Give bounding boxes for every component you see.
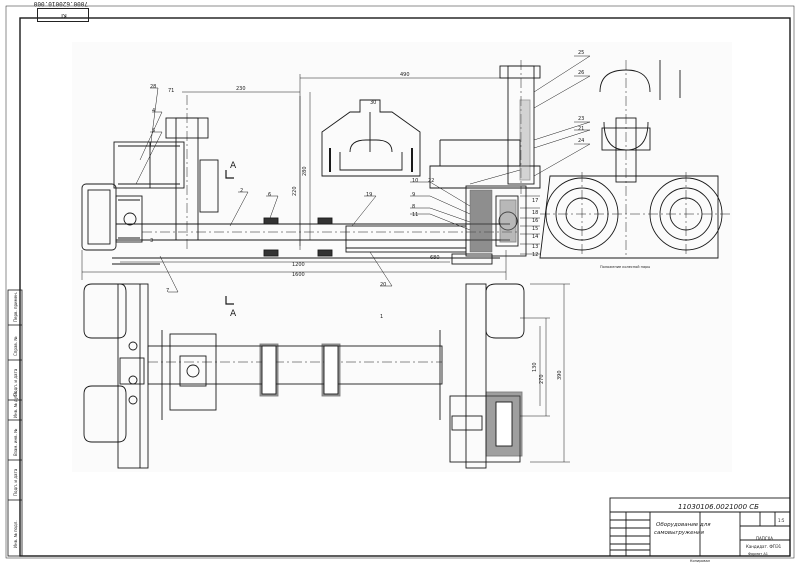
side-label-6: Инв. № подл. xyxy=(13,520,18,548)
front-elevation xyxy=(81,60,730,265)
dim-71: 71 xyxy=(168,88,174,94)
title-block-title-line1: Оборудование для xyxy=(656,522,711,528)
dim-490: 490 xyxy=(400,72,410,78)
dim-230: 230 xyxy=(236,86,246,92)
section-label-a-top: A xyxy=(230,161,237,171)
callout-7: 7 xyxy=(166,288,169,294)
dim-220: 220 xyxy=(292,186,298,196)
callout-14: 14 xyxy=(532,234,538,240)
callout-22: 22 xyxy=(428,178,434,184)
engineering-drawing: Перв. примен. Справ. № Подп. и дата Инв.… xyxy=(5,5,795,563)
callout-19: 19 xyxy=(366,192,372,198)
dim-130: 130 xyxy=(532,362,538,372)
callout-12: 12 xyxy=(532,252,538,258)
callout-10: 10 xyxy=(412,178,418,184)
callout-4: 4 xyxy=(152,108,155,114)
callout-11: 11 xyxy=(412,212,418,218)
side-label-0: Перв. примен. xyxy=(13,292,18,322)
sheet-frame xyxy=(5,5,795,559)
title-block-designation: 11030106.0021000 СБ xyxy=(678,503,759,511)
wheel-position-caption: Положение колесной пары xyxy=(600,265,650,269)
callout-2: 2 xyxy=(240,188,243,194)
callout-6: 6 xyxy=(268,192,271,198)
callout-16: 16 xyxy=(532,218,538,224)
callout-18: 18 xyxy=(532,210,538,216)
side-label-5: Подп. и дата xyxy=(13,468,18,496)
dim-1600: 1600 xyxy=(292,272,305,278)
title-block-org-line2: Кандидат. ФПЭ1 xyxy=(746,544,782,549)
drawing-sheet: Перв. примен. Справ. № Подп. и дата Инв.… xyxy=(0,0,800,564)
dimension-lines-top xyxy=(81,74,520,280)
callout-25: 25 xyxy=(578,50,584,56)
callout-20: 20 xyxy=(380,282,386,288)
callout-13: 13 xyxy=(532,244,538,250)
title-block-title-line2: самовыгружения xyxy=(654,530,705,536)
callout-23: 23 xyxy=(578,116,584,122)
callout-15: 15 xyxy=(532,226,538,232)
dim-680: 680 xyxy=(430,255,440,261)
title-block-copied: Копировал xyxy=(690,559,710,563)
title-block-org-line1: ПАПСХА xyxy=(756,536,773,541)
callout-21: 21 xyxy=(578,126,584,132)
side-label-4: Взам. инв. № xyxy=(13,429,18,456)
dim-390: 390 xyxy=(557,370,563,380)
plan-view xyxy=(83,283,570,469)
dim-1200: 1200 xyxy=(292,262,305,268)
dim-30: 30 xyxy=(370,100,376,106)
sheet-stamp-code: КГ 7000.620010.000 ОД xyxy=(34,0,89,22)
side-label-1: Справ. № xyxy=(13,337,18,356)
callout-5: 5 xyxy=(152,128,155,134)
callout-1: 1 xyxy=(380,314,383,320)
callout-9: 9 xyxy=(412,192,415,198)
section-label-a-bottom: A xyxy=(230,309,237,319)
callout-28: 28 xyxy=(150,84,156,90)
callout-24: 24 xyxy=(578,138,584,144)
title-block-sheet-number: 1:5 xyxy=(778,518,785,523)
section-marks xyxy=(225,170,234,305)
callout-26: 26 xyxy=(578,70,584,76)
side-label-3: Инв. № дубл. xyxy=(13,391,18,418)
callout-8: 8 xyxy=(412,204,415,210)
callout-17: 17 xyxy=(532,198,538,204)
title-block-format: Формат А1 xyxy=(748,552,768,556)
dim-270: 270 xyxy=(539,374,545,384)
dim-280: 280 xyxy=(302,166,308,176)
callout-3: 3 xyxy=(150,238,153,244)
